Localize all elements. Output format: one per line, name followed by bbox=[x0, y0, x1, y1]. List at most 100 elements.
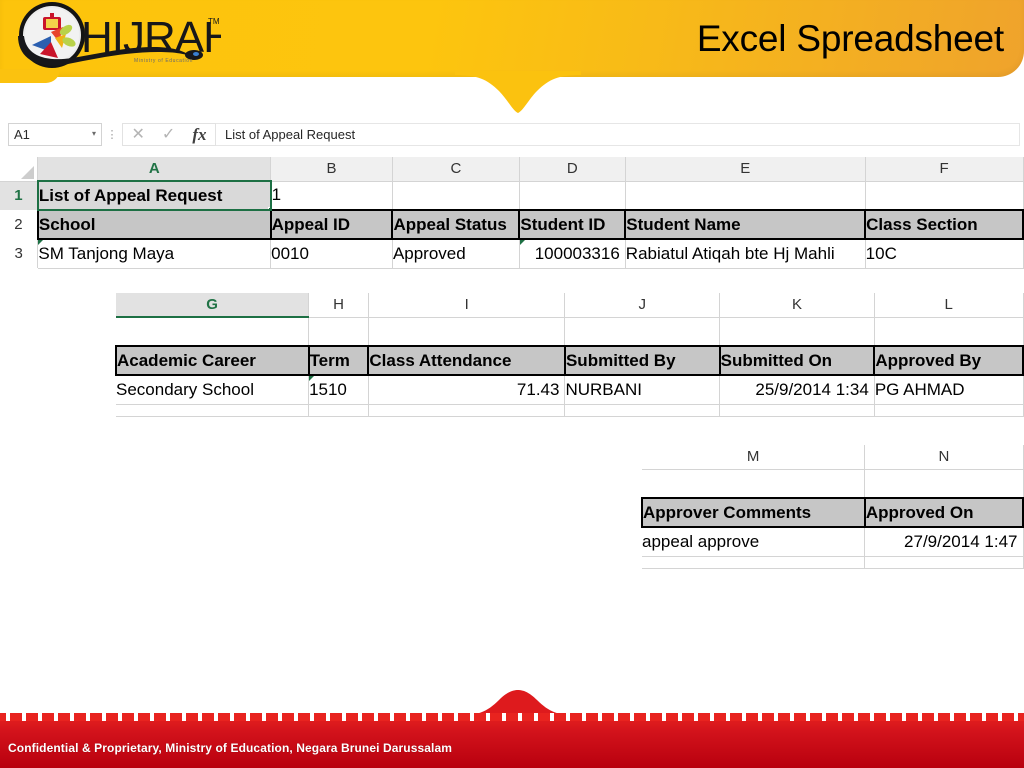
column-header-row: A B C D E F bbox=[0, 157, 1024, 182]
table-row: Secondary School 1510 71.43 NURBANI 25/9… bbox=[116, 375, 1024, 405]
name-box[interactable]: A1 ▾ bbox=[8, 123, 102, 146]
cell-f1[interactable] bbox=[865, 181, 1024, 211]
table-row-spacer bbox=[116, 404, 1024, 417]
cell-m1[interactable] bbox=[642, 469, 866, 499]
column-header-d[interactable]: D bbox=[519, 157, 626, 182]
cell-n2[interactable]: Approved On bbox=[863, 497, 1024, 528]
column-header-k[interactable]: K bbox=[719, 293, 875, 318]
table-row: Academic Career Term Class Attendance Su… bbox=[115, 345, 1024, 376]
page-title: Excel Spreadsheet bbox=[696, 18, 1004, 59]
cell-k4[interactable] bbox=[719, 404, 875, 417]
select-all-corner[interactable] bbox=[0, 157, 39, 182]
cell-n3[interactable]: 27/9/2014 1:47 bbox=[864, 527, 1024, 557]
table-row: 1 List of Appeal Request 1 bbox=[0, 180, 1024, 211]
cell-h1[interactable] bbox=[308, 317, 369, 347]
cell-k2[interactable]: Submitted On bbox=[718, 345, 876, 376]
cell-l3[interactable]: PG AHMAD bbox=[874, 375, 1024, 405]
cell-b1[interactable]: 1 bbox=[270, 181, 393, 211]
spreadsheet-block-2: G H I J K L Academic Career Term Class A… bbox=[115, 293, 1024, 417]
cell-d1[interactable] bbox=[519, 181, 626, 211]
confirm-check-icon[interactable]: ✓ bbox=[162, 126, 175, 143]
chevron-down-icon[interactable]: ▾ bbox=[92, 129, 96, 138]
row-header-1[interactable]: 1 bbox=[0, 181, 39, 211]
column-header-l[interactable]: L bbox=[874, 293, 1024, 318]
fill-handle[interactable] bbox=[267, 207, 269, 208]
grid-table-2: G H I J K L Academic Career Term Class A… bbox=[115, 293, 1024, 417]
cell-h2[interactable]: Term bbox=[307, 345, 370, 376]
header-bottom-tab bbox=[455, 71, 581, 113]
cell-h4[interactable] bbox=[308, 404, 369, 417]
column-header-j[interactable]: J bbox=[564, 293, 721, 318]
cell-i4[interactable] bbox=[368, 404, 566, 417]
grid-table-1: A B C D E F 1 List of Appeal Request 1 2… bbox=[0, 157, 1024, 269]
cell-e1[interactable] bbox=[625, 181, 866, 211]
cell-a1[interactable]: List of Appeal Request bbox=[36, 180, 272, 211]
table-row: 2 School Appeal ID Appeal Status Student… bbox=[0, 209, 1024, 240]
cell-i3[interactable]: 71.43 bbox=[368, 375, 566, 405]
cell-j2[interactable]: Submitted By bbox=[563, 345, 721, 376]
cell-b2[interactable]: Appeal ID bbox=[269, 209, 394, 240]
cell-g2[interactable]: Academic Career bbox=[115, 345, 310, 376]
name-box-value: A1 bbox=[14, 127, 30, 142]
column-header-row: G H I J K L bbox=[116, 293, 1024, 318]
slide: Ministry of Education HIJRAH TM Excel Sp… bbox=[0, 0, 1024, 768]
column-header-row: M N bbox=[642, 445, 1024, 470]
cell-e2[interactable]: Student Name bbox=[624, 209, 867, 240]
cell-m3[interactable]: appeal approve bbox=[642, 527, 866, 557]
cell-d2[interactable]: Student ID bbox=[518, 209, 627, 240]
cell-i1[interactable] bbox=[368, 317, 566, 347]
column-header-e[interactable]: E bbox=[625, 157, 866, 182]
column-header-b[interactable]: B bbox=[270, 157, 393, 182]
cell-c3[interactable]: Approved bbox=[392, 239, 520, 269]
svg-text:TM: TM bbox=[208, 17, 220, 26]
cell-a2[interactable]: School bbox=[36, 209, 272, 240]
cell-n4[interactable] bbox=[864, 556, 1024, 569]
svg-text:HIJRAH: HIJRAH bbox=[81, 13, 221, 62]
cell-f2[interactable]: Class Section bbox=[864, 209, 1024, 240]
cell-g3[interactable]: Secondary School bbox=[116, 375, 310, 405]
cell-h3[interactable]: 1510 bbox=[308, 375, 369, 405]
cell-g1[interactable] bbox=[116, 317, 310, 347]
column-header-n[interactable]: N bbox=[864, 445, 1024, 470]
cell-j1[interactable] bbox=[564, 317, 721, 347]
cell-m2[interactable]: Approver Comments bbox=[641, 497, 866, 528]
cell-j4[interactable] bbox=[564, 404, 721, 417]
cell-a3[interactable]: SM Tanjong Maya bbox=[37, 239, 272, 269]
formula-action-icons: ✕ ✓ fx bbox=[122, 123, 216, 146]
row-header-3[interactable]: 3 bbox=[0, 239, 39, 269]
cell-j3[interactable]: NURBANI bbox=[564, 375, 721, 405]
cell-f3[interactable]: 10C bbox=[865, 239, 1024, 269]
cell-k3[interactable]: 25/9/2014 1:34 bbox=[719, 375, 875, 405]
cancel-icon[interactable]: ✕ bbox=[132, 126, 145, 143]
cell-k1[interactable] bbox=[719, 317, 875, 347]
insert-function-icon[interactable]: fx bbox=[192, 126, 206, 143]
cell-l1[interactable] bbox=[874, 317, 1024, 347]
table-row: appeal approve 27/9/2014 1:47 bbox=[642, 527, 1024, 557]
column-header-c[interactable]: C bbox=[392, 157, 520, 182]
cell-m4[interactable] bbox=[642, 556, 866, 569]
cell-c1[interactable] bbox=[392, 181, 520, 211]
cell-l2[interactable]: Approved By bbox=[873, 345, 1024, 376]
column-header-f[interactable]: F bbox=[865, 157, 1024, 182]
vertical-dots-icon[interactable]: ⋮ bbox=[102, 129, 122, 140]
cell-e3[interactable]: Rabiatul Atiqah bte Hj Mahli bbox=[625, 239, 866, 269]
column-header-m[interactable]: M bbox=[642, 445, 866, 470]
table-row bbox=[642, 469, 1024, 499]
column-header-g[interactable]: G bbox=[116, 293, 310, 318]
spreadsheet-block-3: M N Approver Comments Approved On appeal… bbox=[641, 445, 1024, 569]
cell-l4[interactable] bbox=[874, 404, 1024, 417]
column-header-a[interactable]: A bbox=[37, 157, 272, 182]
cell-b3[interactable]: 0010 bbox=[270, 239, 393, 269]
column-header-i[interactable]: I bbox=[368, 293, 566, 318]
cell-n1[interactable] bbox=[864, 469, 1024, 499]
table-row: Approver Comments Approved On bbox=[641, 497, 1024, 528]
table-row-spacer bbox=[642, 556, 1024, 569]
cell-i2[interactable]: Class Attendance bbox=[367, 345, 566, 376]
formula-input[interactable]: List of Appeal Request bbox=[216, 123, 1020, 146]
cell-c2[interactable]: Appeal Status bbox=[391, 209, 521, 240]
cell-g4[interactable] bbox=[116, 404, 310, 417]
row-header-2[interactable]: 2 bbox=[0, 210, 39, 240]
column-header-h[interactable]: H bbox=[308, 293, 369, 318]
cell-d3[interactable]: 100003316 bbox=[519, 239, 626, 269]
footer-dashed-strip bbox=[0, 713, 1024, 721]
